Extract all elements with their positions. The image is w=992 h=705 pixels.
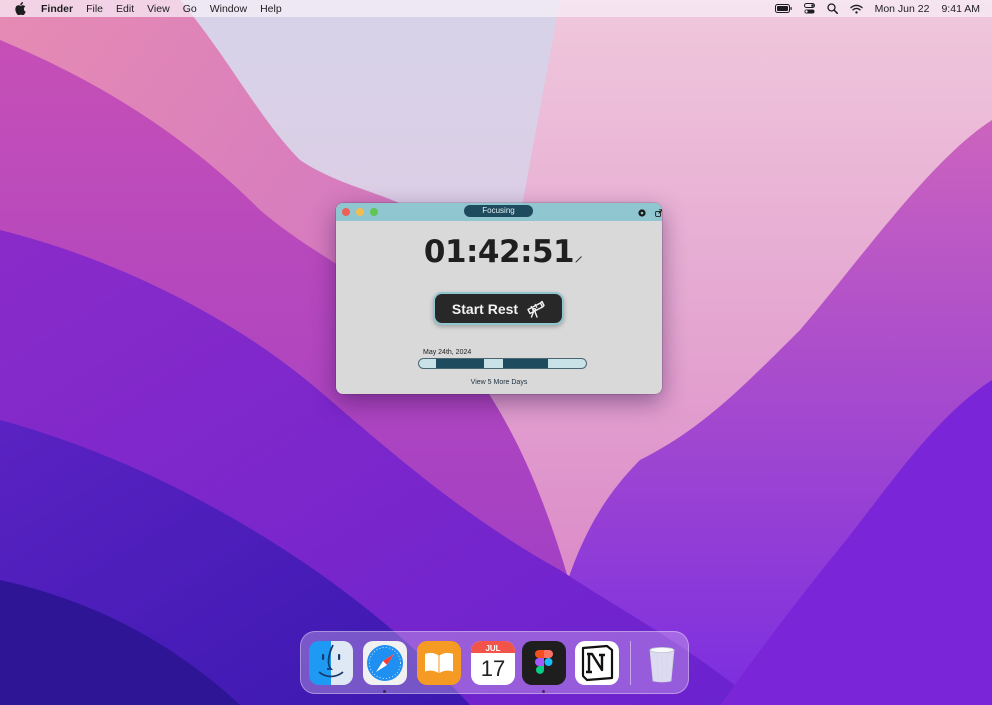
countdown-timer-display: 01:42:51 bbox=[423, 234, 575, 270]
menu-app-name[interactable]: Finder bbox=[41, 3, 73, 15]
dock: JUL 17 bbox=[300, 631, 689, 694]
calendar-month: JUL bbox=[485, 644, 501, 653]
figma-running-indicator bbox=[542, 690, 545, 693]
menu-bar-date[interactable]: Mon Jun 22 bbox=[875, 3, 930, 15]
menu-help[interactable]: Help bbox=[260, 3, 282, 15]
popout-window-icon[interactable] bbox=[654, 208, 662, 217]
menu-file[interactable]: File bbox=[86, 3, 103, 15]
session-status-badge: Focusing bbox=[464, 205, 533, 217]
focus-session-segment bbox=[503, 359, 548, 368]
menu-go[interactable]: Go bbox=[183, 3, 197, 15]
session-date-label: May 24th, 2024 bbox=[423, 349, 472, 356]
settings-icon[interactable] bbox=[637, 208, 646, 217]
safari-running-indicator bbox=[383, 690, 386, 693]
spotlight-search-icon[interactable] bbox=[826, 3, 838, 14]
menu-edit[interactable]: Edit bbox=[116, 3, 134, 15]
telescope-icon bbox=[525, 300, 545, 318]
dock-separator bbox=[630, 641, 631, 685]
close-window-button[interactable] bbox=[342, 208, 350, 216]
dock-safari-icon[interactable] bbox=[363, 641, 407, 685]
calendar-day: 17 bbox=[480, 656, 506, 681]
menu-bar-time[interactable]: 9:41 AM bbox=[941, 3, 980, 15]
start-rest-label: Start Rest bbox=[451, 300, 519, 317]
control-center-icon[interactable] bbox=[803, 3, 815, 14]
battery-icon[interactable] bbox=[774, 4, 792, 13]
dock-books-icon[interactable] bbox=[417, 641, 461, 685]
edit-timer-icon[interactable] bbox=[574, 251, 584, 263]
focus-timer-window: Focusing 01:42:51 Start Rest May 24th, 2… bbox=[336, 203, 662, 394]
view-more-days-link[interactable]: View 5 More Days bbox=[336, 379, 662, 386]
apple-menu-icon[interactable] bbox=[15, 2, 29, 16]
window-title-bar[interactable]: Focusing bbox=[336, 203, 662, 221]
menu-view[interactable]: View bbox=[147, 3, 170, 15]
dock-trash-icon[interactable] bbox=[640, 641, 684, 685]
minimize-window-button[interactable] bbox=[356, 208, 364, 216]
dock-notion-icon[interactable] bbox=[575, 641, 619, 685]
dock-calendar-icon[interactable]: JUL 17 bbox=[471, 641, 515, 685]
dock-finder-icon[interactable] bbox=[309, 641, 353, 685]
menu-bar-status-area: Mon Jun 22 9:41 AM bbox=[763, 0, 980, 17]
focus-session-segment bbox=[436, 359, 484, 368]
zoom-window-button[interactable] bbox=[370, 208, 378, 216]
dock-figma-icon[interactable] bbox=[522, 641, 566, 685]
menu-bar: Finder File Edit View Go Window Help Mon… bbox=[0, 0, 992, 17]
wifi-icon[interactable] bbox=[849, 4, 863, 14]
start-rest-button[interactable]: Start Rest bbox=[433, 292, 564, 325]
menu-window[interactable]: Window bbox=[210, 3, 247, 15]
daily-focus-timeline[interactable] bbox=[418, 358, 587, 369]
